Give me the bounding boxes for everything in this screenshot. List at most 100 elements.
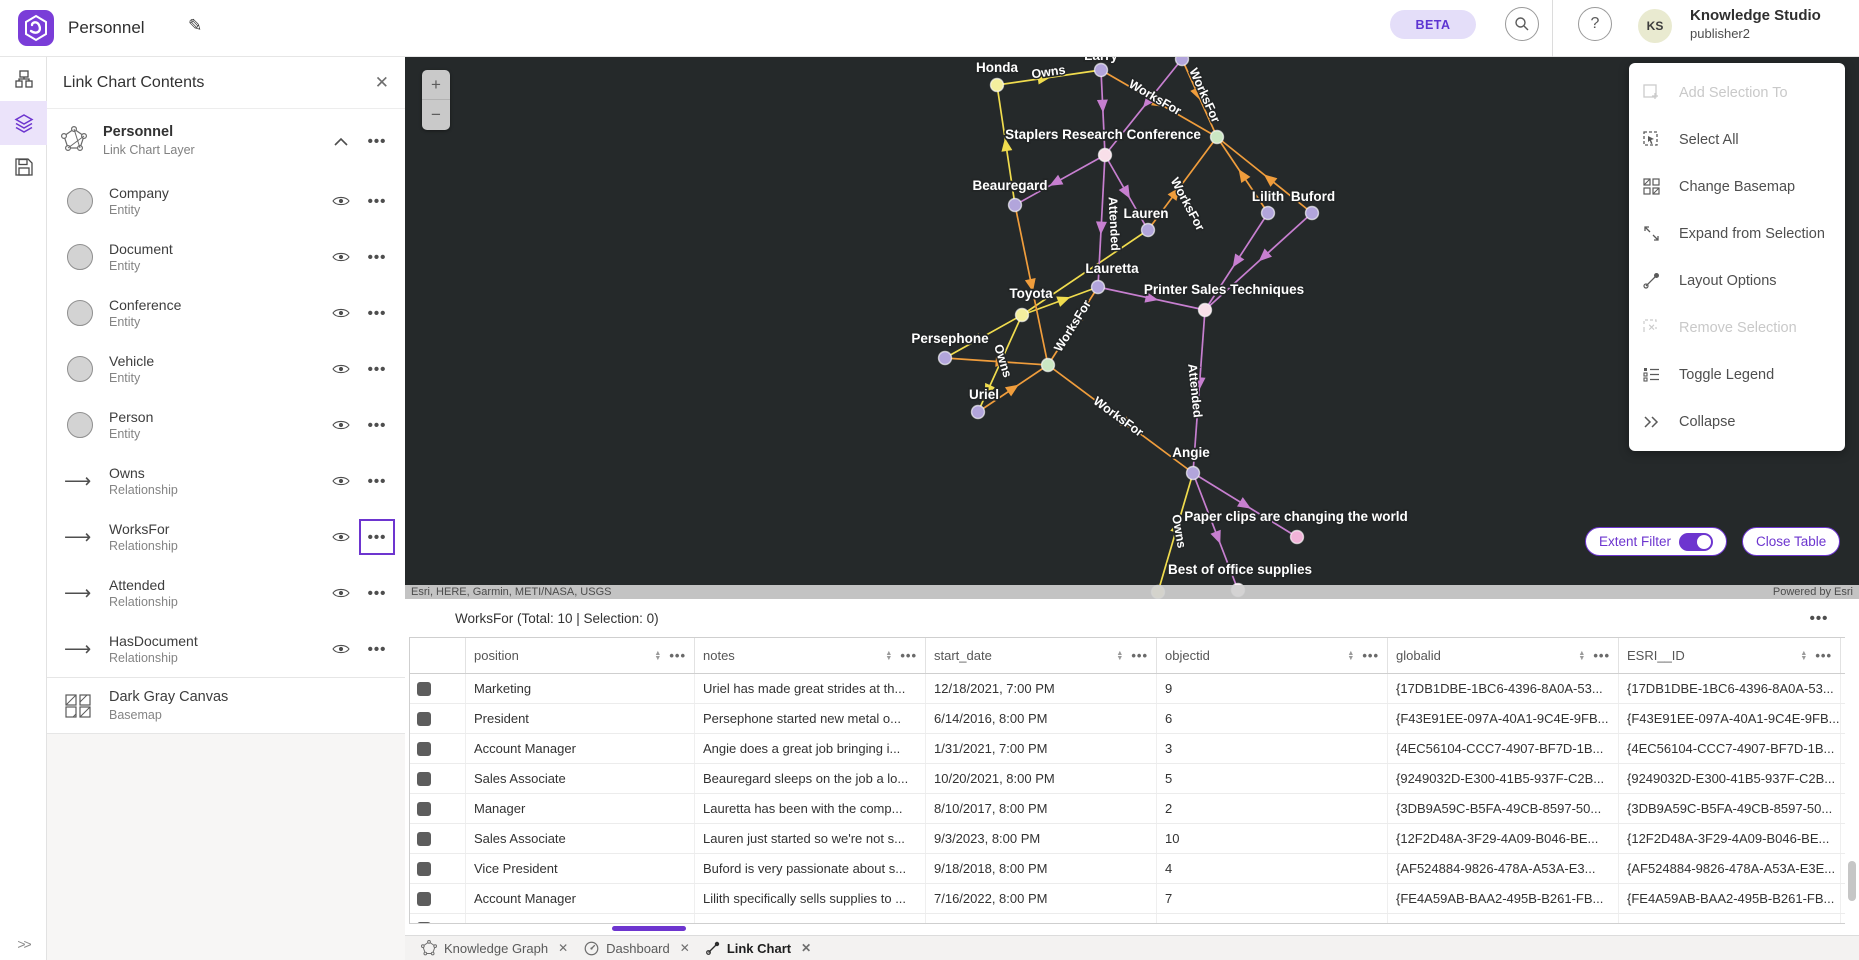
sort-icon[interactable]: ▲▼ <box>885 651 892 661</box>
column-header-objectid[interactable]: objectid▲▼••• <box>1157 638 1388 673</box>
layer-row-person[interactable]: Person Entity ••• <box>47 397 405 453</box>
layer-options-button[interactable]: ••• <box>359 631 395 667</box>
layer-options-button[interactable]: ••• <box>359 519 395 555</box>
layer-options-button[interactable]: ••• <box>359 239 395 275</box>
link-chart-canvas[interactable]: OwnsOwnsOwnsWorksForWorksForWorksForWork… <box>405 57 1859 599</box>
layer-row-attended[interactable]: ⟶ Attended Relationship ••• <box>47 565 405 621</box>
column-options-icon[interactable]: ••• <box>1131 648 1148 663</box>
layer-row-company[interactable]: Company Entity ••• <box>47 173 405 229</box>
row-checkbox[interactable] <box>417 742 431 756</box>
table-row[interactable]: PresidentPersephone started new metal o.… <box>410 704 1845 734</box>
help-button[interactable]: ? <box>1578 7 1612 41</box>
avatar[interactable]: KS <box>1638 9 1672 43</box>
row-checkbox[interactable] <box>417 772 431 786</box>
tab-knowledge-graph[interactable]: Knowledge Graph ✕ <box>421 940 568 956</box>
menu-item-expand-from-selection[interactable]: Expand from Selection <box>1629 210 1845 257</box>
graph-node-company1[interactable] <box>1211 131 1224 144</box>
graph-node-lilith[interactable] <box>1262 207 1275 220</box>
table-row[interactable]: Sales AssociateLarry is staying busy gro… <box>410 914 1845 923</box>
graph-node-angie[interactable] <box>1187 467 1200 480</box>
sidebar-item-save[interactable] <box>0 145 47 189</box>
extent-filter-toggle[interactable]: Extent Filter <box>1585 527 1727 556</box>
table-row[interactable]: ManagerLauretta has been with the comp..… <box>410 794 1845 824</box>
basemap-item[interactable]: Dark Gray Canvas Basemap <box>47 678 405 734</box>
layer-visibility-button[interactable] <box>323 463 359 499</box>
tab-link-chart[interactable]: Link Chart ✕ <box>706 941 811 956</box>
vertical-scrollbar-thumb[interactable] <box>1848 861 1856 901</box>
table-row[interactable]: Vice PresidentBuford is very passionate … <box>410 854 1845 884</box>
menu-item-toggle-legend[interactable]: Toggle Legend <box>1629 351 1845 398</box>
graph-node-persephone[interactable] <box>939 352 952 365</box>
layer-visibility-button[interactable] <box>323 351 359 387</box>
column-options-icon[interactable]: ••• <box>900 648 917 663</box>
graph-node-lauren[interactable] <box>1142 224 1155 237</box>
layer-visibility-button[interactable] <box>323 519 359 555</box>
search-button[interactable] <box>1505 7 1539 41</box>
table-row[interactable]: Sales AssociateBeauregard sleeps on the … <box>410 764 1845 794</box>
tab-close-icon[interactable]: ✕ <box>801 941 811 955</box>
sort-icon[interactable]: ▲▼ <box>1578 651 1585 661</box>
toggle-switch[interactable] <box>1679 533 1713 551</box>
column-header-ESRI__ID[interactable]: ESRI__ID▲▼••• <box>1619 638 1841 673</box>
layer-row-conference[interactable]: Conference Entity ••• <box>47 285 405 341</box>
row-checkbox[interactable] <box>417 892 431 906</box>
graph-node-emp1[interactable] <box>1176 57 1189 66</box>
row-checkbox[interactable] <box>417 712 431 726</box>
graph-node-toyota[interactable] <box>1016 309 1029 322</box>
graph-node-buford[interactable] <box>1306 207 1319 220</box>
layer-row-hasdocument[interactable]: ⟶ HasDocument Relationship ••• <box>47 621 405 677</box>
graph-node-paperclips[interactable] <box>1291 531 1304 544</box>
close-panel-icon[interactable]: ✕ <box>375 73 389 93</box>
sidebar-item-layers[interactable] <box>0 101 47 145</box>
graph-node-beauregard[interactable] <box>1009 199 1022 212</box>
layer-row-document[interactable]: Document Entity ••• <box>47 229 405 285</box>
sidebar-item-link-chart-tools[interactable] <box>0 57 47 101</box>
user-role[interactable]: publisher2 <box>1690 26 1821 42</box>
horizontal-scrollbar-thumb[interactable] <box>612 926 686 931</box>
layer-options-button[interactable]: ••• <box>359 295 395 331</box>
graph-node-larry[interactable] <box>1095 64 1108 77</box>
layer-group-personnel[interactable]: Personnel Link Chart Layer ••• <box>47 109 405 173</box>
row-checkbox[interactable] <box>417 832 431 846</box>
expand-rail-button[interactable]: >> <box>0 936 47 952</box>
sort-icon[interactable]: ▲▼ <box>1116 651 1123 661</box>
sort-icon[interactable]: ▲▼ <box>1347 651 1354 661</box>
layer-visibility-button[interactable] <box>323 295 359 331</box>
tab-close-icon[interactable]: ✕ <box>680 941 690 955</box>
table-row[interactable]: Account ManagerAngie does a great job br… <box>410 734 1845 764</box>
graph-node-company2[interactable] <box>1042 359 1055 372</box>
close-table-button[interactable]: Close Table <box>1742 527 1840 556</box>
graph-node-lauretta[interactable] <box>1092 281 1105 294</box>
layer-visibility-button[interactable] <box>323 239 359 275</box>
layer-visibility-button[interactable] <box>323 183 359 219</box>
tab-dashboard[interactable]: Dashboard ✕ <box>584 941 690 956</box>
column-header-position[interactable]: position▲▼••• <box>466 638 695 673</box>
layer-visibility-button[interactable] <box>323 631 359 667</box>
column-header-start_date[interactable]: start_date▲▼••• <box>926 638 1157 673</box>
tab-close-icon[interactable]: ✕ <box>558 941 568 955</box>
menu-item-select-all[interactable]: Select All <box>1629 116 1845 163</box>
row-checkbox[interactable] <box>417 682 431 696</box>
sort-icon[interactable]: ▲▼ <box>1800 651 1807 661</box>
graph-node-staplers[interactable] <box>1099 149 1112 162</box>
table-options-button[interactable]: ••• <box>1801 600 1837 636</box>
column-options-icon[interactable]: ••• <box>1362 648 1379 663</box>
layer-row-vehicle[interactable]: Vehicle Entity ••• <box>47 341 405 397</box>
column-options-icon[interactable]: ••• <box>669 648 686 663</box>
layer-options-button[interactable]: ••• <box>359 183 395 219</box>
row-checkbox[interactable] <box>417 862 431 876</box>
menu-item-change-basemap[interactable]: Change Basemap <box>1629 163 1845 210</box>
graph-node-printer[interactable] <box>1199 304 1212 317</box>
layer-visibility-button[interactable] <box>323 575 359 611</box>
layer-options-button[interactable]: ••• <box>359 351 395 387</box>
zoom-in-button[interactable]: + <box>422 70 450 100</box>
graph-node-uriel[interactable] <box>972 406 985 419</box>
layer-options-button[interactable]: ••• <box>359 407 395 443</box>
column-header-globalid[interactable]: globalid▲▼••• <box>1388 638 1619 673</box>
menu-item-layout-options[interactable]: Layout Options <box>1629 257 1845 304</box>
zoom-out-button[interactable]: − <box>422 100 450 130</box>
sort-icon[interactable]: ▲▼ <box>654 651 661 661</box>
graph-node-honda[interactable] <box>991 79 1004 92</box>
layer-group-options-button[interactable]: ••• <box>359 123 395 159</box>
layer-options-button[interactable]: ••• <box>359 463 395 499</box>
